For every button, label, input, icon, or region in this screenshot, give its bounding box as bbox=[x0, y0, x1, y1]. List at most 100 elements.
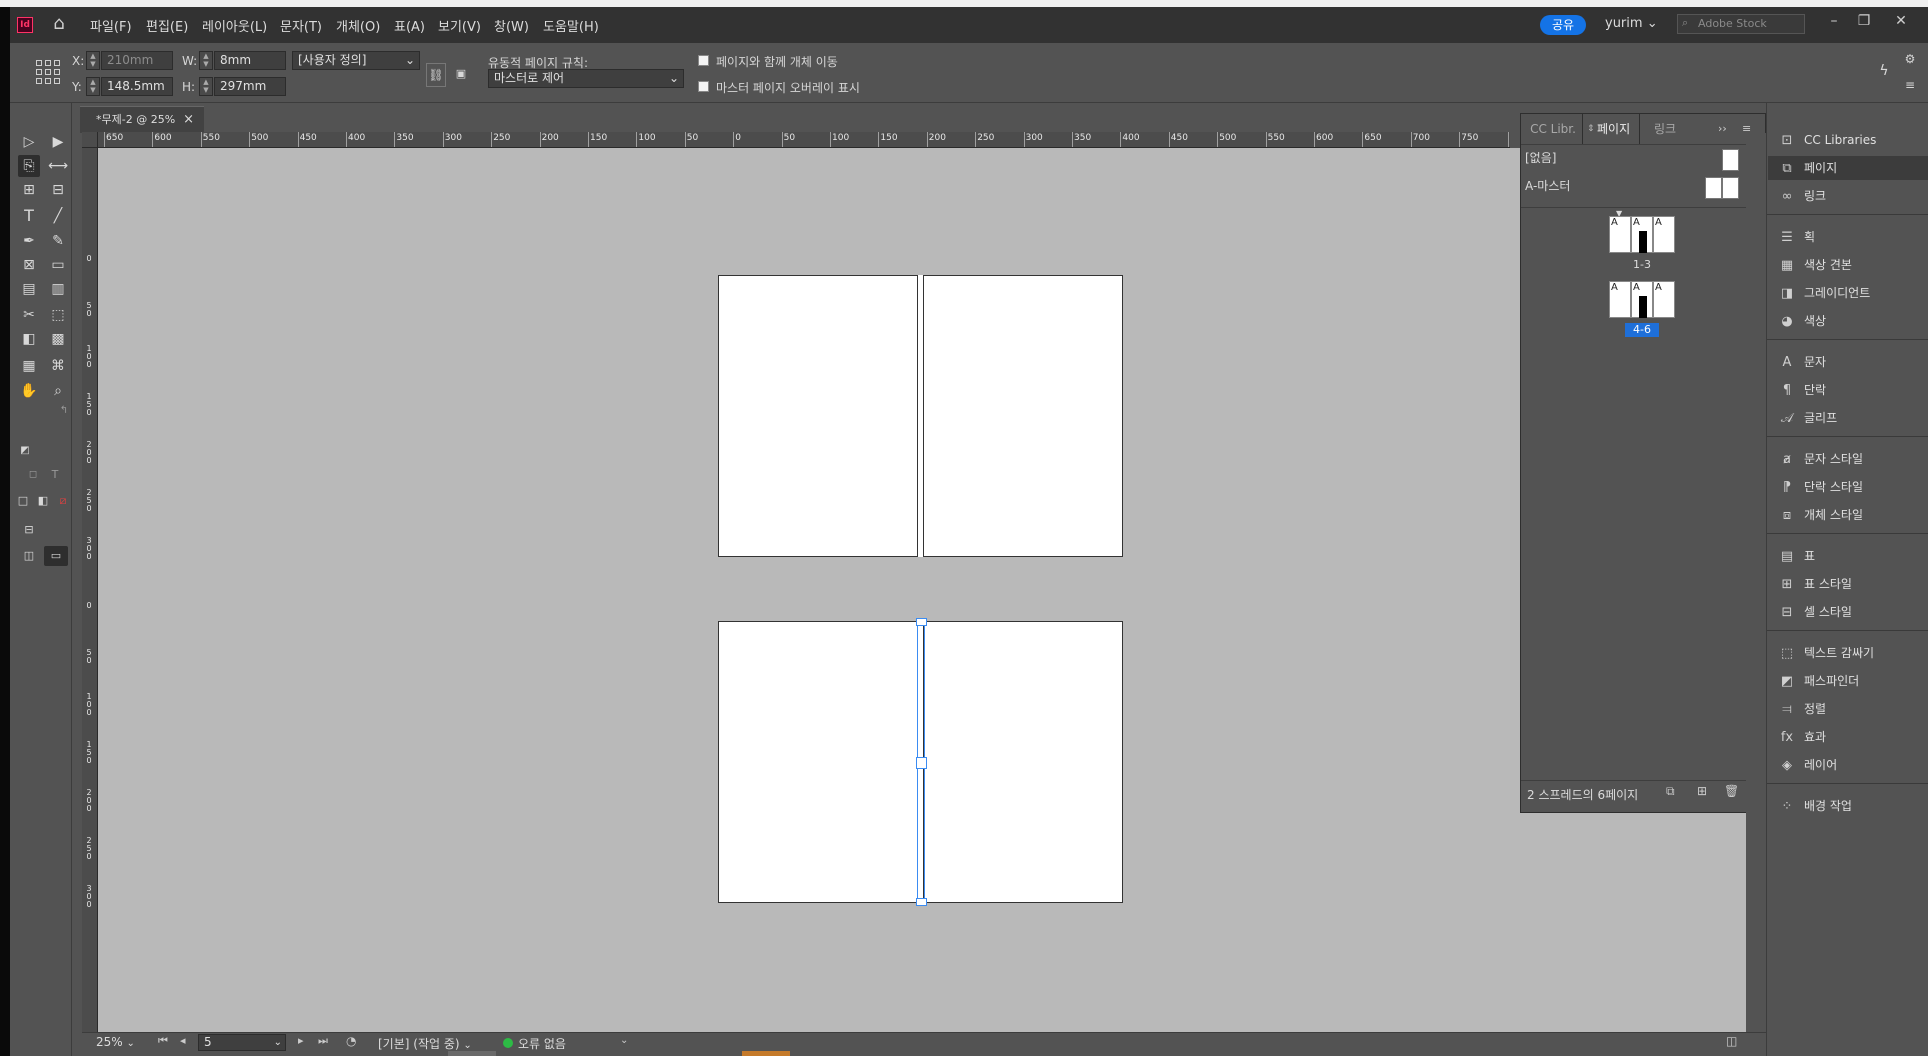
page-thumbnail-1[interactable]: A bbox=[1609, 216, 1631, 253]
x-stepper[interactable]: ▲ ▼ bbox=[86, 51, 100, 70]
menu-table[interactable]: 표(A) bbox=[394, 16, 425, 35]
gradient-swatch-tool-icon[interactable]: ◧ bbox=[18, 328, 40, 350]
type-tool-icon[interactable]: T bbox=[18, 205, 40, 227]
selection-handle-bottom[interactable] bbox=[916, 898, 927, 906]
dock-item-stroke[interactable]: ☰ 획 bbox=[1768, 225, 1928, 249]
page-number-field[interactable]: 5 ⌄ bbox=[198, 1034, 286, 1051]
dock-item-character-styles[interactable]: ⱥ 문자 스타일 bbox=[1768, 447, 1928, 471]
menu-file[interactable]: 파일(F) bbox=[90, 16, 132, 35]
menu-view[interactable]: 보기(V) bbox=[438, 16, 481, 35]
reference-point-icon[interactable] bbox=[36, 60, 60, 84]
dock-item-paragraph-styles[interactable]: ⁋ 단락 스타일 bbox=[1768, 475, 1928, 499]
menu-window[interactable]: 창(W) bbox=[494, 16, 529, 35]
dock-item-links[interactable]: ∞ 링크 bbox=[1768, 184, 1928, 208]
master-a-left-thumbnail[interactable] bbox=[1705, 177, 1722, 199]
gap-tool-icon[interactable]: ⟷ bbox=[47, 155, 69, 177]
zoom-tool-icon[interactable]: ⌕ bbox=[47, 380, 69, 402]
eyedropper-tool-icon[interactable]: ⌘ bbox=[47, 355, 69, 377]
page-1[interactable] bbox=[718, 275, 919, 557]
horizontal-scrollbar-thumb[interactable] bbox=[448, 1051, 496, 1056]
next-page-icon[interactable]: ▸ bbox=[298, 1034, 304, 1047]
rectangle-frame-tool-icon[interactable]: ⊠ bbox=[18, 254, 40, 276]
apply-gradient-icon[interactable]: ◧ bbox=[36, 494, 50, 508]
gear-icon[interactable]: ⚙ bbox=[1899, 48, 1921, 70]
expand-panel-icon[interactable]: ›› bbox=[1718, 122, 1727, 135]
spread-label-4-6-selected[interactable]: 4-6 bbox=[1625, 323, 1659, 337]
tab-links[interactable]: 링크 bbox=[1640, 114, 1690, 144]
vertical-ruler[interactable]: 0 50 100 150 200 250 300 0 50 100 150 200 250 300 bbox=[82, 148, 98, 1032]
hand-tool-icon[interactable]: ✋ bbox=[18, 380, 40, 402]
master-overlay-checkbox[interactable] bbox=[698, 81, 709, 92]
vertical-scrollbar[interactable] bbox=[1746, 133, 1766, 1033]
page-thumbnail-2[interactable]: A bbox=[1631, 216, 1653, 253]
menu-object[interactable]: 개체(O) bbox=[336, 16, 380, 35]
page-tool-icon[interactable]: ⎘ bbox=[18, 155, 40, 177]
dock-item-gradient[interactable]: ◨ 그레이디언트 bbox=[1768, 281, 1928, 305]
adobe-stock-search-input[interactable]: Adobe Stock bbox=[1677, 14, 1805, 34]
tab-document[interactable]: *무제-2 @ 25% × bbox=[80, 106, 204, 133]
split-layout-icon[interactable]: ◫ bbox=[1726, 1034, 1737, 1048]
scissors-tool-icon[interactable]: ✂ bbox=[18, 304, 40, 326]
close-window-button[interactable]: ✕ bbox=[1890, 11, 1912, 31]
dock-item-layers[interactable]: ◈ 레이어 bbox=[1768, 753, 1928, 777]
page-thumbnail-5[interactable]: A bbox=[1631, 281, 1653, 318]
dock-item-pages[interactable]: ⧉ 페이지 bbox=[1768, 156, 1928, 180]
swap-colors-icon[interactable]: ↰ bbox=[58, 405, 70, 417]
page-thumbnail-3[interactable]: A bbox=[1653, 216, 1675, 253]
menu-edit[interactable]: 편집(E) bbox=[146, 16, 188, 35]
page-3[interactable] bbox=[923, 275, 1123, 557]
line-tool-icon[interactable]: ╱ bbox=[47, 205, 69, 227]
apply-color-icon[interactable]: □ bbox=[16, 494, 30, 508]
previous-page-icon[interactable]: ◂ bbox=[180, 1034, 186, 1047]
y-stepper[interactable]: ▲ ▼ bbox=[86, 77, 100, 96]
dock-item-character[interactable]: A 문자 bbox=[1768, 350, 1928, 374]
dock-item-background-tasks[interactable]: ⁘ 배경 작업 bbox=[1768, 794, 1928, 818]
screen-mode-icon[interactable]: ⊟ bbox=[20, 521, 38, 539]
default-colors-icon[interactable]: ◩ bbox=[18, 444, 32, 458]
vertical-grid-tool-icon[interactable]: ▥ bbox=[47, 278, 69, 300]
chevron-down-icon[interactable]: ⌄ bbox=[620, 1035, 628, 1046]
w-stepper[interactable]: ▲ ▼ bbox=[199, 51, 213, 70]
preflight-profile-dropdown[interactable]: [기본] (작업 중) ⌄ bbox=[378, 1035, 472, 1052]
constrain-proportions-icon[interactable]: ⛓ bbox=[426, 63, 446, 87]
ruler-origin[interactable] bbox=[82, 132, 98, 148]
formatting-text-icon[interactable]: T bbox=[48, 468, 62, 482]
dock-item-paragraph[interactable]: ¶ 단락 bbox=[1768, 378, 1928, 402]
close-icon[interactable]: × bbox=[183, 107, 194, 132]
dock-item-effects[interactable]: fx 효과 bbox=[1768, 725, 1928, 749]
preflight-status[interactable]: 오류 없음 bbox=[518, 1035, 566, 1052]
page-thumbnail-4[interactable]: A bbox=[1609, 281, 1631, 318]
tab-pages[interactable]: ⇕ 페이지 bbox=[1582, 114, 1640, 144]
direct-selection-tool-icon[interactable]: ▶ bbox=[47, 131, 69, 153]
page-6[interactable] bbox=[923, 621, 1123, 903]
y-field[interactable]: 148.5mm bbox=[101, 77, 173, 96]
rectangle-tool-icon[interactable]: ▭ bbox=[47, 254, 69, 276]
horizontal-grid-tool-icon[interactable]: ▤ bbox=[18, 278, 40, 300]
dock-item-cc-libraries[interactable]: ⊡ CC Libraries bbox=[1768, 128, 1928, 152]
spread-label-1-3[interactable]: 1-3 bbox=[1609, 258, 1675, 271]
restore-button[interactable]: ❐ bbox=[1853, 11, 1875, 31]
free-transform-tool-icon[interactable]: ⬚ bbox=[47, 304, 69, 326]
dock-item-glyphs[interactable]: 𝒜 글리프 bbox=[1768, 406, 1928, 430]
dock-item-table[interactable]: ▤ 표 bbox=[1768, 544, 1928, 568]
dock-item-align[interactable]: ⫤ 정렬 bbox=[1768, 697, 1928, 721]
content-collector-icon[interactable]: ⊞ bbox=[18, 179, 40, 201]
dock-item-color[interactable]: ◕ 색상 bbox=[1768, 309, 1928, 333]
size-preset-dropdown[interactable]: [사용자 정의] ⌄ bbox=[292, 51, 420, 70]
dock-item-table-styles[interactable]: ⊞ 표 스타일 bbox=[1768, 572, 1928, 596]
tab-cc-libraries[interactable]: CC Libr. bbox=[1524, 114, 1582, 144]
new-page-icon[interactable]: ⊞ bbox=[1697, 784, 1707, 798]
pen-tool-icon[interactable]: ✒ bbox=[18, 230, 40, 252]
dock-item-text-wrap[interactable]: ⬚ 텍스트 감싸기 bbox=[1768, 641, 1928, 665]
h-stepper[interactable]: ▲ ▼ bbox=[199, 77, 213, 96]
edit-page-size-icon[interactable]: ⧉ bbox=[1666, 784, 1675, 799]
user-menu[interactable]: yurim ⌄ bbox=[1605, 16, 1658, 31]
page-4[interactable] bbox=[718, 621, 919, 903]
selection-handle-middle[interactable] bbox=[916, 757, 927, 769]
move-objects-checkbox[interactable] bbox=[698, 55, 709, 66]
selection-handle-top[interactable] bbox=[916, 618, 927, 626]
page-thumbnail-6[interactable]: A bbox=[1653, 281, 1675, 318]
dock-item-object-styles[interactable]: ⧈ 개체 스타일 bbox=[1768, 503, 1928, 527]
last-page-icon[interactable]: ⏭ bbox=[318, 1034, 328, 1048]
normal-view-icon[interactable]: ◫ bbox=[18, 546, 40, 566]
